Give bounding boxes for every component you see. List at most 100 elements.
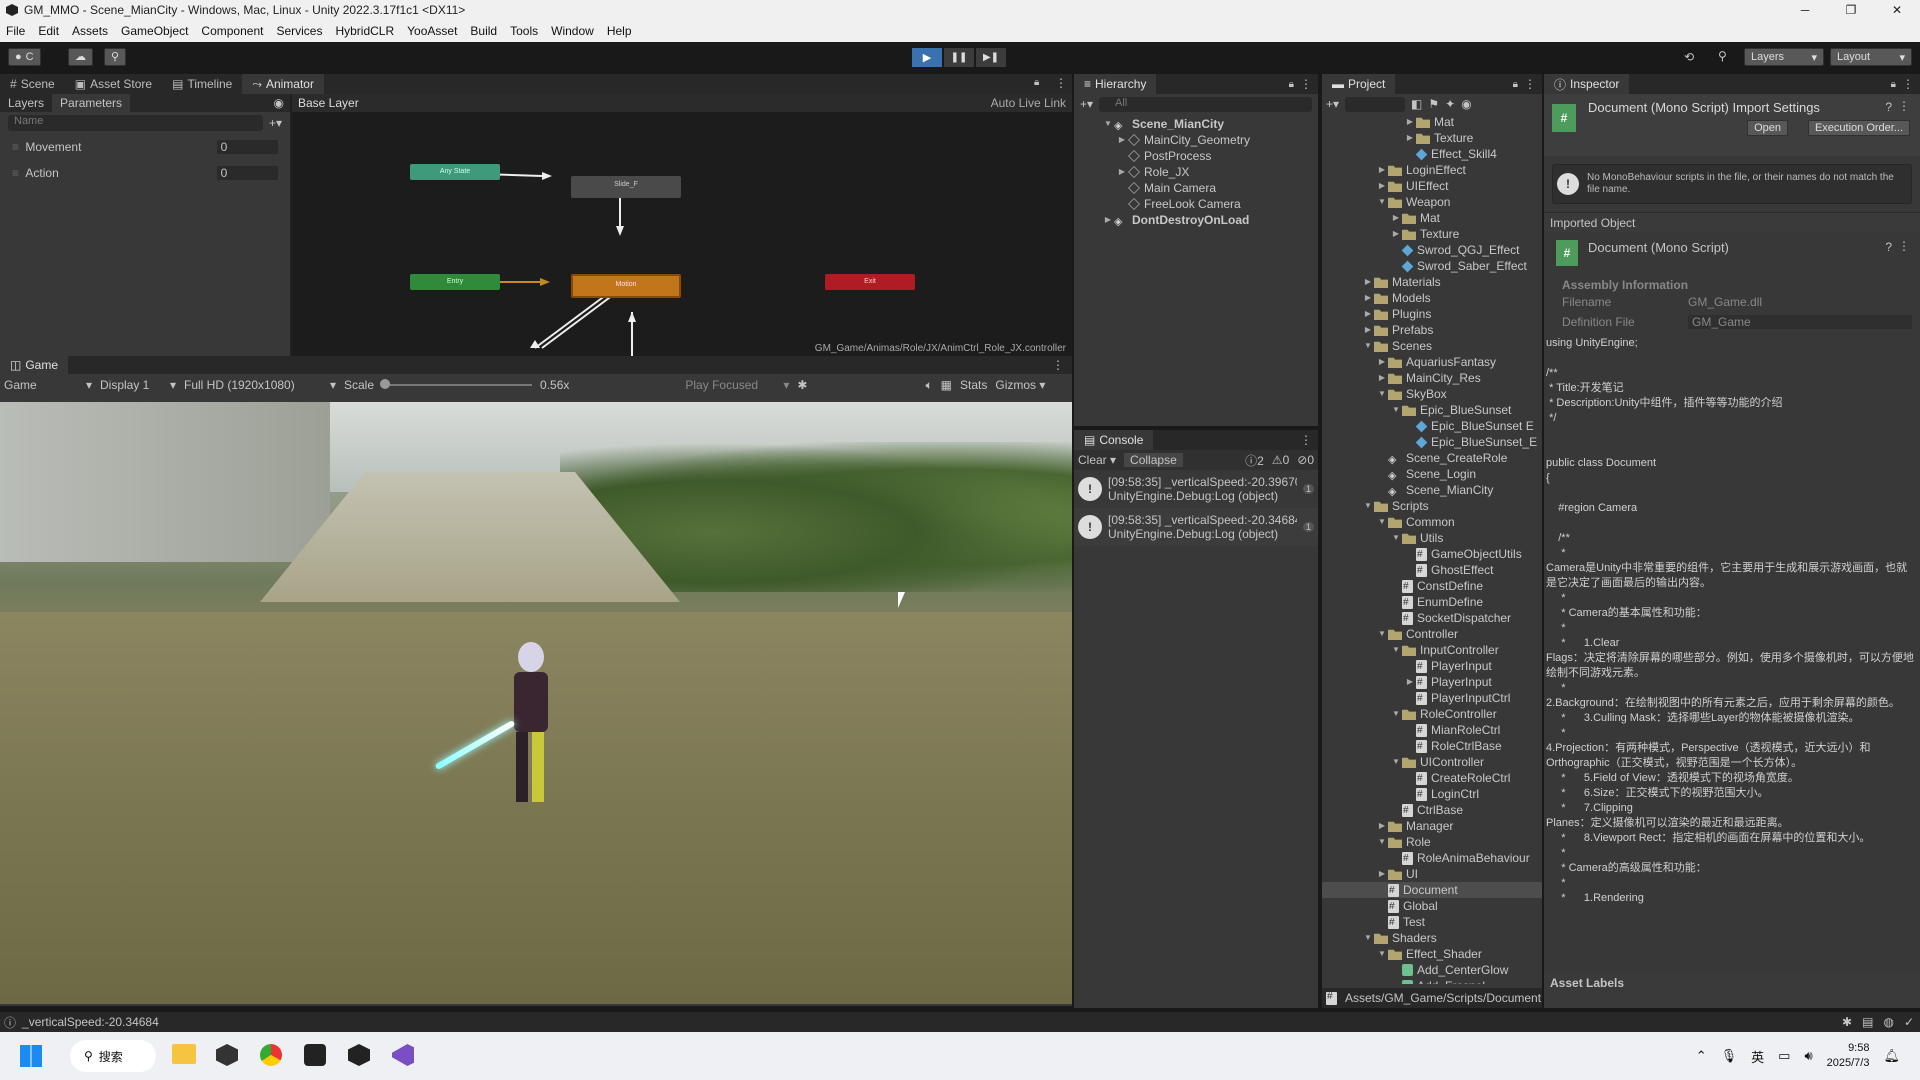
expand-down-icon[interactable]: ▼ xyxy=(1376,834,1388,850)
definition-file-field[interactable]: GM_Game xyxy=(1688,315,1912,329)
entry-node[interactable]: Entry xyxy=(410,274,500,290)
expand-right-icon[interactable]: ▶ xyxy=(1376,818,1388,834)
volume-icon[interactable]: 🔊︎ xyxy=(1804,1048,1812,1064)
project-item[interactable]: ▶ LoginEffect xyxy=(1322,162,1542,178)
expand-down-icon[interactable]: ▼ xyxy=(1390,706,1402,722)
history-icon[interactable]: ⟲ xyxy=(1684,50,1694,64)
clear-button[interactable]: Clear ▾ xyxy=(1078,453,1116,467)
display-icon[interactable]: ▭ xyxy=(1778,1048,1790,1064)
project-item[interactable]: ▼ UIController xyxy=(1322,754,1542,770)
layers-dropdown[interactable]: Layers ▾ xyxy=(1744,48,1824,66)
breadcrumb[interactable]: Base Layer xyxy=(298,96,359,110)
tab-console[interactable]: ▤ Console xyxy=(1074,430,1154,450)
motion-node[interactable]: Motion xyxy=(571,274,681,298)
maximize-icon[interactable]: ❐ xyxy=(1828,3,1874,17)
project-item[interactable]: Swrod_QGJ_Effect xyxy=(1322,242,1542,258)
mute-icon[interactable]: 🔈︎ xyxy=(925,378,932,393)
menu-build[interactable]: Build xyxy=(470,24,497,38)
account-dropdown[interactable]: ● C xyxy=(8,48,41,66)
slide-node[interactable]: Slide_F xyxy=(571,176,681,198)
expand-right-icon[interactable]: ▶ xyxy=(1376,866,1388,882)
step-button[interactable]: ▶❚ xyxy=(976,48,1006,67)
project-item[interactable]: ▶ Texture xyxy=(1322,226,1542,242)
hierarchy-item[interactable]: PostProcess xyxy=(1074,148,1318,164)
expand-down-icon[interactable]: ▼ xyxy=(1362,930,1374,946)
stats-button[interactable]: Stats xyxy=(960,378,987,392)
expand-right-icon[interactable]: ▶ xyxy=(1362,322,1374,338)
project-item[interactable]: ▶ UI xyxy=(1322,866,1542,882)
menu-hybridclr[interactable]: HybridCLR xyxy=(335,24,394,38)
ime-indicator[interactable]: 英 xyxy=(1751,1047,1764,1066)
project-item[interactable]: MianRoleCtrl xyxy=(1322,722,1542,739)
tab-game[interactable]: ◫ Game xyxy=(0,356,69,374)
bug-icon[interactable]: ✱ xyxy=(797,378,807,392)
expand-down-icon[interactable]: ▼ xyxy=(1390,754,1402,770)
filter-type-icon[interactable]: ◧ xyxy=(1411,97,1422,111)
project-item[interactable]: ▶ Mat xyxy=(1322,114,1542,130)
execution-order-button[interactable]: Execution Order... xyxy=(1807,120,1910,136)
add-param-button[interactable]: +▾ xyxy=(269,116,282,130)
hierarchy-item[interactable]: ▶ ◈ DontDestroyOnLoad xyxy=(1074,212,1318,228)
project-item[interactable]: ▼ Epic_BlueSunset xyxy=(1322,402,1542,418)
param-value-input[interactable]: 0 xyxy=(216,140,278,154)
expand-right-icon[interactable]: ▶ xyxy=(1376,162,1388,178)
expand-down-icon[interactable]: ▼ xyxy=(1376,626,1388,642)
drag-handle-icon[interactable]: ≡ xyxy=(12,166,25,180)
drag-handle-icon[interactable]: ≡ xyxy=(12,140,25,154)
tab-asset-store[interactable]: ▣ Asset Store xyxy=(65,74,162,94)
more-icon[interactable]: ⋮ xyxy=(1300,433,1312,447)
project-item[interactable]: Epic_BlueSunset E xyxy=(1322,418,1542,434)
check-icon[interactable]: ✓ xyxy=(1904,1015,1914,1029)
project-item[interactable]: Test xyxy=(1322,914,1542,931)
tab-timeline[interactable]: ▤ Timeline xyxy=(162,74,242,94)
bug-icon[interactable]: ✱ xyxy=(1842,1015,1852,1029)
project-item[interactable]: ▼ Controller xyxy=(1322,626,1542,642)
expand-right-icon[interactable]: ▶ xyxy=(1404,114,1416,130)
param-row[interactable]: ≡ Action 0 xyxy=(0,160,290,186)
menu-services[interactable]: Services xyxy=(276,24,322,38)
param-value-input[interactable]: 0 xyxy=(216,166,278,180)
pause-button[interactable]: ❚❚ xyxy=(944,48,974,67)
expand-down-icon[interactable]: ▼ xyxy=(1390,402,1402,418)
filter-label-icon[interactable]: ⚑ xyxy=(1428,97,1439,111)
project-item[interactable]: ▼ Weapon xyxy=(1322,194,1542,210)
param-search-input[interactable]: Name xyxy=(8,115,263,131)
hierarchy-item[interactable]: ▶ MainCity_Geometry xyxy=(1074,132,1318,148)
collab-icon[interactable]: ⚲ xyxy=(104,48,127,66)
layout-dropdown[interactable]: Layout ▾ xyxy=(1830,48,1912,66)
project-item[interactable]: LoginCtrl xyxy=(1322,786,1542,803)
menu-file[interactable]: File xyxy=(6,24,25,38)
expand-right-icon[interactable]: ▶ xyxy=(1116,132,1128,148)
hierarchy-item[interactable]: Main Camera xyxy=(1074,180,1318,196)
more-icon[interactable]: ⋮ xyxy=(1898,99,1910,113)
expand-right-icon[interactable]: ▶ xyxy=(1404,130,1416,146)
hierarchy-search-input[interactable]: All xyxy=(1099,96,1312,112)
notification-icon[interactable]: 🔔︎ xyxy=(1883,1048,1900,1064)
project-item[interactable]: PlayerInput xyxy=(1322,658,1542,675)
project-item[interactable]: Effect_Skill4 xyxy=(1322,146,1542,162)
project-item[interactable]: PlayerInputCtrl xyxy=(1322,690,1542,707)
grid-icon[interactable]: ▦ xyxy=(941,378,952,392)
project-item[interactable]: GameObjectUtils xyxy=(1322,546,1542,563)
project-item[interactable]: ▼ RoleController xyxy=(1322,706,1542,722)
search-icon[interactable]: ⚲ xyxy=(1718,49,1727,63)
project-item[interactable]: Add_CenterGlow xyxy=(1322,962,1542,978)
animator-graph[interactable]: Base Layer Auto Live Link Any State Slid… xyxy=(292,94,1072,356)
project-item[interactable]: Add_Fresnel xyxy=(1322,978,1542,984)
project-item[interactable]: GhostEffect xyxy=(1322,562,1542,579)
lock-icon[interactable]: 🔒︎ xyxy=(1891,79,1896,90)
expand-right-icon[interactable]: ▶ xyxy=(1362,274,1374,290)
expand-right-icon[interactable]: ▶ xyxy=(1376,354,1388,370)
hierarchy-item[interactable]: ▶ Role_JX xyxy=(1074,164,1318,180)
project-item[interactable]: ▼ Effect_Shader xyxy=(1322,946,1542,962)
project-item[interactable]: ▶ Models xyxy=(1322,290,1542,306)
expand-down-icon[interactable]: ▼ xyxy=(1362,338,1374,354)
cache-icon[interactable]: ▤ xyxy=(1862,1015,1873,1029)
project-item[interactable]: Epic_BlueSunset_E xyxy=(1322,434,1542,450)
clock[interactable]: 9:58 2025/7/3 xyxy=(1827,1041,1870,1071)
project-item[interactable]: ▶ Manager xyxy=(1322,818,1542,834)
menu-component[interactable]: Component xyxy=(201,24,263,38)
project-item[interactable]: ▼ Scenes xyxy=(1322,338,1542,354)
lock-icon[interactable]: 🔒︎ xyxy=(1513,79,1518,90)
project-item[interactable]: ▼ Common xyxy=(1322,514,1542,530)
